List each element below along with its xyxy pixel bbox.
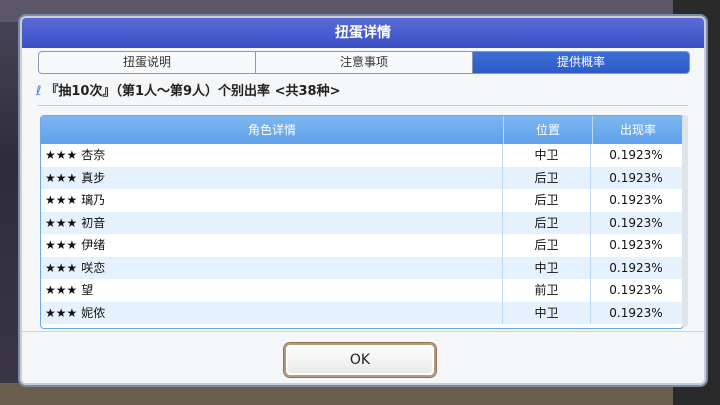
- position-cell: 后卫: [503, 234, 591, 257]
- rate-cell: 0.1923%: [609, 148, 663, 162]
- table-row: ★★★ 伊绪 后卫 0.1923%: [41, 234, 683, 257]
- tab-drop-rates[interactable]: 提供概率: [473, 52, 689, 73]
- rate-section-title: 『抽10次』（第1人～第9人）个别出率 <共38种>: [45, 84, 341, 99]
- character-cell: ★★★ 妮侬: [41, 301, 503, 324]
- table-row: ★★★ 初音 后卫 0.1923%: [41, 211, 683, 234]
- table-row: ★★★ 妮侬 中卫 0.1923%: [41, 301, 683, 324]
- character-name: 璃乃: [81, 193, 106, 207]
- table-row: ★★★ 咲恋 中卫 0.1923%: [41, 256, 683, 279]
- footer-divider: [22, 331, 704, 332]
- dialog-title: 扭蛋详情: [22, 18, 704, 48]
- rarity-stars: ★★★: [45, 170, 78, 185]
- character-name: 杏奈: [81, 148, 106, 162]
- table-row: ★★★ 璃乃 后卫 0.1923%: [41, 189, 683, 212]
- rate-cell: 0.1923%: [609, 170, 663, 185]
- rarity-stars: ★★★: [45, 305, 78, 320]
- character-name: 初音: [81, 215, 106, 230]
- character-name: 真步: [81, 170, 106, 185]
- header-rate: 出现率: [619, 123, 656, 137]
- character-cell: ★★★ 伊绪: [41, 234, 503, 257]
- character-cell: ★★★ 望: [41, 279, 503, 302]
- rarity-stars: ★★★: [45, 215, 78, 230]
- gacha-detail-dialog: 扭蛋详情 扭蛋说明 注意事项 提供概率 ℓ 『抽10次』（第1人～第9人）个别出率…: [20, 16, 706, 385]
- table-row: ★★★ 望 前卫 0.1923%: [41, 279, 683, 302]
- table-row: ★★★ 杏奈 中卫 0.1923%: [41, 144, 683, 167]
- character-name: 妮侬: [81, 305, 106, 320]
- rate-cell: 0.1923%: [609, 215, 663, 230]
- table-header-row: 角色详情 位置 出现率: [41, 116, 683, 144]
- rarity-stars: ★★★: [45, 193, 78, 207]
- position-cell: 中卫: [503, 144, 591, 167]
- character-cell: ★★★ 杏奈: [41, 144, 503, 167]
- rarity-stars: ★★★: [45, 260, 78, 275]
- character-cell: ★★★ 咲恋: [41, 256, 503, 279]
- position-cell: 后卫: [503, 211, 591, 234]
- position-cell: 中卫: [503, 301, 591, 324]
- character-name: 咲恋: [81, 260, 106, 275]
- table-body: ★★★ 杏奈 中卫 0.1923% ★★★ 真步 后卫 0.1923% ★★★ 璃乃 …: [41, 144, 683, 324]
- tab-notes[interactable]: 注意事项: [256, 52, 473, 73]
- tab-gacha-description[interactable]: 扭蛋说明: [39, 52, 256, 73]
- game-bottom-menu: [0, 383, 720, 405]
- rate-cell: 0.1923%: [609, 238, 663, 252]
- ok-button[interactable]: OK: [284, 343, 436, 377]
- position-cell: 中卫: [503, 256, 591, 279]
- rate-section-header: ℓ 『抽10次』（第1人～第9人）个别出率 <共38种>: [36, 82, 686, 102]
- table-scrollbar[interactable]: [682, 115, 688, 327]
- table-row: ★★★ 真步 后卫 0.1923%: [41, 166, 683, 189]
- tab-bar: 扭蛋说明 注意事项 提供概率: [38, 51, 690, 74]
- position-cell: 后卫: [503, 189, 591, 212]
- position-cell: 后卫: [503, 166, 591, 189]
- character-name: 望: [81, 283, 94, 297]
- character-cell: ★★★ 真步: [41, 166, 503, 189]
- rate-cell: 0.1923%: [609, 283, 663, 297]
- character-cell: ★★★ 璃乃: [41, 189, 503, 212]
- divider: [38, 105, 688, 106]
- rate-cell: 0.1923%: [609, 260, 663, 275]
- rate-table[interactable]: 角色详情 位置 出现率 ★★★ 杏奈 中卫 0.1923% ★★★ 真步 后卫 0.…: [40, 115, 684, 329]
- rarity-stars: ★★★: [45, 283, 78, 297]
- character-name: 伊绪: [81, 238, 106, 252]
- character-cell: ★★★ 初音: [41, 211, 503, 234]
- rate-cell: 0.1923%: [609, 305, 663, 320]
- rate-cell: 0.1923%: [609, 193, 663, 207]
- swirl-icon: ℓ: [36, 84, 42, 99]
- header-position: 位置: [504, 116, 593, 144]
- rarity-stars: ★★★: [45, 148, 78, 162]
- rarity-stars: ★★★: [45, 238, 78, 252]
- position-cell: 前卫: [503, 279, 591, 302]
- header-character: 角色详情: [41, 116, 504, 144]
